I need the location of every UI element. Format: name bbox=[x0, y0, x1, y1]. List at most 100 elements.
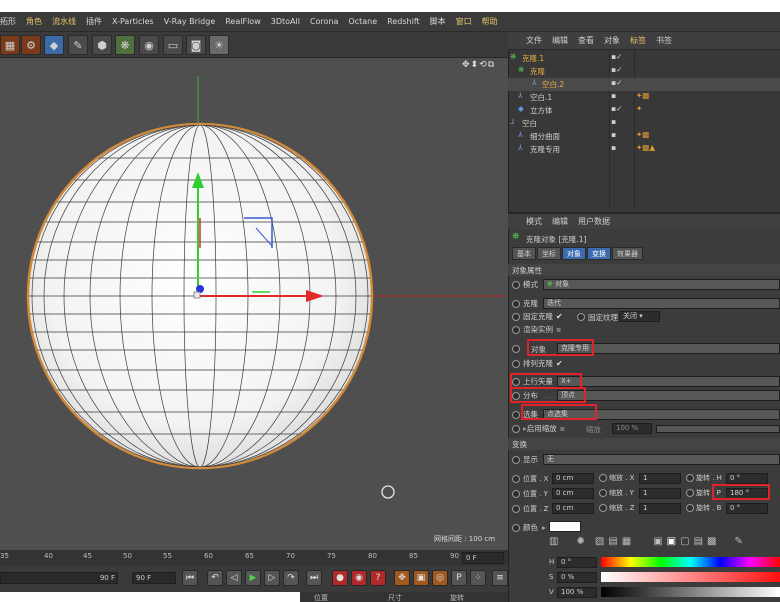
next-frame-icon[interactable]: ▷ bbox=[264, 570, 280, 586]
render-instances-radio[interactable] bbox=[512, 325, 520, 334]
menu-item[interactable]: 流水线 bbox=[52, 16, 76, 27]
display-dropdown[interactable]: 无 bbox=[543, 454, 780, 465]
om-menu-view[interactable]: 查看 bbox=[578, 35, 594, 46]
render-instances-checkbox[interactable]: ▪ bbox=[556, 325, 561, 334]
saturation-slider[interactable] bbox=[601, 572, 780, 582]
menu-item[interactable]: Corona bbox=[310, 17, 338, 26]
object-row[interactable]: ⅃ 空白 ▪ bbox=[508, 117, 780, 130]
mode-dropdown[interactable]: ❋ 对象 bbox=[543, 279, 780, 290]
tag-icons[interactable]: ✦ bbox=[636, 104, 642, 113]
tab-coord[interactable]: 坐标 bbox=[537, 247, 561, 260]
object-center-handle[interactable] bbox=[193, 291, 201, 299]
scale-slider[interactable] bbox=[656, 425, 780, 433]
color-swatch[interactable] bbox=[549, 521, 581, 532]
visibility-checks[interactable]: ▪✓ bbox=[611, 78, 622, 87]
tag-icons[interactable]: ✦▩ bbox=[636, 91, 649, 100]
mixer-icon[interactable]: ▦ bbox=[622, 536, 631, 550]
am-menu-edit[interactable]: 编辑 bbox=[552, 216, 568, 227]
object-row[interactable]: ⅄ 空白.2 ▪✓ bbox=[508, 78, 780, 91]
saturation-field[interactable]: 0 % bbox=[557, 572, 597, 583]
pos-z-radio[interactable] bbox=[512, 504, 520, 513]
current-frame-field[interactable]: 0 F bbox=[462, 552, 504, 564]
scale-x-radio[interactable] bbox=[599, 474, 607, 482]
object-row[interactable]: ⅄ 克隆专用 ▪ ✦▩▲ bbox=[508, 143, 780, 156]
menu-item[interactable]: Octane bbox=[348, 17, 377, 26]
palette-icon[interactable]: ▤ bbox=[608, 536, 617, 550]
menu-item[interactable]: 角色 bbox=[26, 16, 42, 27]
visibility-checks[interactable]: ▪✓ bbox=[611, 65, 622, 74]
scale-y-radio[interactable] bbox=[599, 489, 607, 497]
tab-transform[interactable]: 变换 bbox=[587, 247, 611, 260]
rot-b-field[interactable]: 0 ° bbox=[726, 503, 768, 514]
scale-y-field[interactable]: 1 bbox=[639, 488, 681, 499]
pos-x-field[interactable]: 0 cm bbox=[552, 473, 594, 484]
deformer-icon[interactable]: ◉ bbox=[139, 35, 159, 55]
options-icon[interactable]: ▩ bbox=[707, 536, 716, 550]
auto-key-icon[interactable]: ◉ bbox=[351, 570, 367, 586]
distribution-dropdown[interactable]: 顶点 bbox=[557, 390, 780, 401]
pos-y-radio[interactable] bbox=[512, 489, 520, 498]
hsv-mode-icon[interactable]: ▣ bbox=[667, 536, 676, 550]
menu-item[interactable]: 拓形 bbox=[0, 16, 16, 27]
tab-object[interactable]: 对象 bbox=[562, 247, 586, 260]
tag-icons[interactable]: ✦▩ bbox=[636, 130, 649, 139]
spectrum-icon[interactable]: ✺ bbox=[576, 536, 584, 550]
tab-effectors[interactable]: 效果器 bbox=[612, 247, 643, 260]
enable-scale-radio[interactable] bbox=[512, 424, 520, 433]
key-pla-icon[interactable]: ⁘ bbox=[470, 570, 486, 586]
menu-item[interactable]: 脚本 bbox=[430, 16, 446, 27]
pos-z-field[interactable]: 0 cm bbox=[552, 503, 594, 514]
next-key-icon[interactable]: ↷ bbox=[283, 570, 299, 586]
key-rotation-icon[interactable]: ◎ bbox=[432, 570, 448, 586]
om-menu-object[interactable]: 对象 bbox=[604, 35, 620, 46]
am-menu-userdata[interactable]: 用户数据 bbox=[578, 216, 610, 227]
render-settings-icon[interactable]: ⚙ bbox=[21, 35, 41, 55]
preview-end-field[interactable]: 90 F bbox=[132, 572, 176, 584]
expand-arrow-icon[interactable]: ▸ bbox=[542, 523, 546, 532]
fixed-clone-radio[interactable] bbox=[512, 312, 520, 321]
mode-radio[interactable] bbox=[512, 280, 520, 289]
menu-item[interactable]: 帮助 bbox=[482, 16, 498, 27]
visibility-checks[interactable]: ▪ bbox=[611, 130, 616, 139]
clones-radio[interactable] bbox=[512, 299, 520, 308]
color-wheel-icon[interactable]: ▥ bbox=[549, 536, 558, 550]
color-radio[interactable] bbox=[512, 523, 520, 532]
key-scale-icon[interactable]: ▣ bbox=[413, 570, 429, 586]
goto-end-icon[interactable]: ⏭ bbox=[306, 570, 322, 586]
prev-frame-icon[interactable]: ◁ bbox=[226, 570, 242, 586]
image-picker-icon[interactable]: ▧ bbox=[595, 536, 604, 550]
scale-z-field[interactable]: 1 bbox=[639, 503, 681, 514]
om-menu-bookmarks[interactable]: 书签 bbox=[656, 35, 672, 46]
mixing-icon[interactable]: ▤ bbox=[694, 536, 703, 550]
menu-item[interactable]: Redshift bbox=[387, 17, 419, 26]
menu-item[interactable]: 3DtoAll bbox=[271, 17, 300, 26]
clones-dropdown[interactable]: 迭代 bbox=[543, 298, 780, 309]
display-radio[interactable] bbox=[512, 455, 520, 464]
object-row[interactable]: ◆ 立方体 ▪✓ ✦ bbox=[508, 104, 780, 117]
keyframe-selection-icon[interactable]: ? bbox=[370, 570, 386, 586]
fixed-texture-dropdown[interactable]: 关闭 ▾ bbox=[619, 311, 660, 322]
render-region-icon[interactable]: ▦ bbox=[0, 35, 20, 55]
object-row[interactable]: ❋ 克隆.1 ▪✓ bbox=[508, 52, 780, 65]
rot-b-radio[interactable] bbox=[686, 504, 694, 512]
value-slider[interactable] bbox=[601, 587, 780, 597]
pen-icon[interactable]: ✎ bbox=[68, 35, 88, 55]
key-position-icon[interactable]: ✥ bbox=[394, 570, 410, 586]
prev-key-icon[interactable]: ↶ bbox=[207, 570, 223, 586]
visibility-checks[interactable]: ▪ bbox=[611, 143, 616, 152]
menu-item[interactable]: 窗口 bbox=[456, 16, 472, 27]
hue-field[interactable]: 0 ° bbox=[557, 557, 597, 568]
scale-x-field[interactable]: 1 bbox=[639, 473, 681, 484]
tab-basic[interactable]: 基本 bbox=[512, 247, 536, 260]
enable-scale-checkbox[interactable]: ▪ bbox=[560, 424, 565, 433]
visibility-checks[interactable]: ▪✓ bbox=[611, 104, 622, 113]
timeline-menu-icon[interactable]: ≡ bbox=[492, 570, 508, 586]
om-menu-edit[interactable]: 编辑 bbox=[552, 35, 568, 46]
arrange-checkbox[interactable]: ✔ bbox=[556, 359, 563, 368]
scale-field[interactable]: 100 % bbox=[612, 423, 652, 434]
fixed-texture-radio[interactable] bbox=[577, 313, 585, 321]
object-row[interactable]: ⅄ 细分曲面 ▪ ✦▩ bbox=[508, 130, 780, 143]
menu-item[interactable]: RealFlow bbox=[225, 17, 261, 26]
goto-start-icon[interactable]: ⏮ bbox=[182, 570, 198, 586]
kelvin-icon[interactable]: ▢ bbox=[680, 536, 689, 550]
